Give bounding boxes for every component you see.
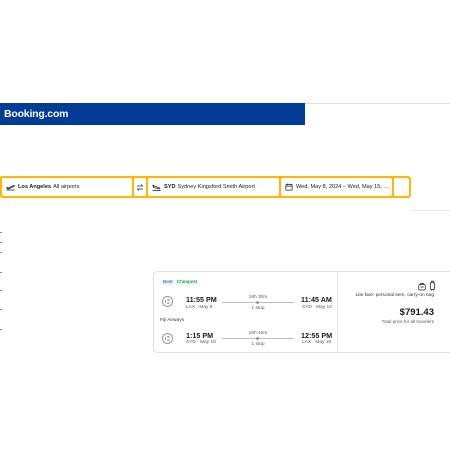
return-arrive-info: LAX · May 15 — [302, 340, 332, 345]
swap-arrows-icon — [136, 183, 144, 191]
fare-description: Lite fare: personal item, carry-on bag — [355, 293, 434, 298]
price-note: Total price for all travelers — [381, 319, 434, 324]
destination-code: SYD — [164, 184, 176, 190]
date-range-text: Wed, May 8, 2024 – Wed, May 15, 2… — [296, 184, 392, 190]
search-button[interactable] — [394, 178, 409, 196]
top-divider — [305, 103, 450, 104]
booking-logo[interactable]: Booking.com — [4, 108, 69, 120]
destination-name: Sydney Kingsford Smith Airport — [177, 184, 255, 190]
outbound-route-line — [222, 301, 294, 304]
badge-cheapest: Cheapest — [175, 280, 199, 285]
return-route-line — [222, 337, 294, 340]
return-duration: 16h 40m — [248, 331, 268, 336]
swap-button[interactable] — [134, 178, 146, 196]
airline-name: Fiji Airways — [160, 318, 184, 323]
outbound-arrive-info: SYD · May 10 — [302, 305, 332, 310]
site-header: Booking.com — [0, 103, 305, 125]
calendar-icon — [285, 183, 293, 191]
outbound-duration: 18h 30m — [248, 295, 268, 300]
plane-takeoff-icon — [6, 184, 15, 191]
return-stops: 1 stop — [251, 342, 265, 347]
flight-search-bar: Los Angeles All airports SYD Sydney King… — [0, 176, 411, 198]
outbound-arrive-time: 11:45 AM — [301, 295, 332, 304]
divider — [411, 210, 450, 211]
badge-best: Best — [162, 280, 174, 285]
total-price: $791.43 — [399, 307, 434, 318]
return-depart-info: SYD · May 15 — [186, 340, 216, 345]
price-panel: Lite fare: personal item, carry-on bag $… — [337, 272, 450, 352]
flight-result-card[interactable]: Best Cheapest 11:55 PM LAX · May 8 18h 3… — [153, 271, 450, 353]
airline-logo-icon — [162, 333, 173, 344]
origin-city: Los Angeles — [18, 184, 52, 190]
result-badges: Best Cheapest — [162, 280, 199, 285]
outbound-depart-info: LAX · May 8 — [186, 305, 213, 310]
return-arrive-time: 12:55 PM — [301, 331, 333, 340]
return-depart-time: 1:15 PM — [186, 331, 214, 340]
outbound-depart-time: 11:55 PM — [186, 295, 217, 304]
outbound-stops: 1 stop — [251, 306, 265, 311]
destination-field[interactable]: SYD Sydney Kingsford Smith Airport — [148, 178, 279, 196]
origin-field[interactable]: Los Angeles All airports — [2, 178, 132, 196]
origin-airports: All airports — [53, 184, 80, 190]
date-range-field[interactable]: Wed, May 8, 2024 – Wed, May 15, 2… — [281, 178, 392, 196]
plane-landing-icon — [152, 184, 161, 191]
airline-logo-icon — [162, 296, 173, 307]
